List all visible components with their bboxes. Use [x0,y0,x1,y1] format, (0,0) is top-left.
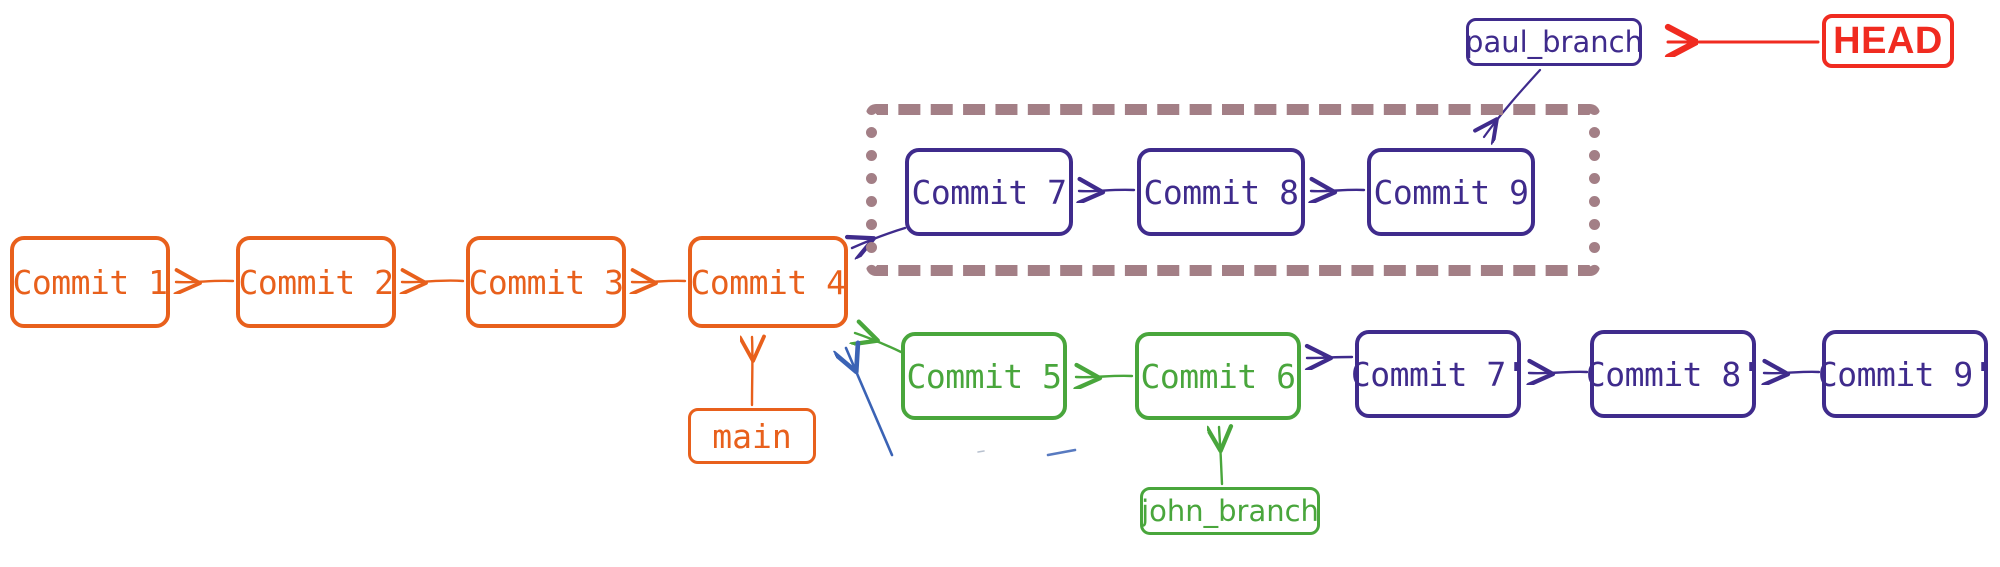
stray-blue-stroke-fragment-b [977,450,985,453]
edge-commit3-to-commit2 [402,280,465,282]
commit-node-commit1[interactable]: Commit 1 [10,236,170,328]
branch-ref-label: john_branch [1141,493,1319,528]
commit-node-commit9[interactable]: Commit 9 [1367,148,1535,236]
commit-label: Commit 7 [911,172,1067,212]
commit-label: Commit 9 [1373,172,1529,212]
edge-commit8prime-to-commit7prime [1529,372,1589,373]
commit-label: Commit 2 [238,262,394,302]
commit-label: Commit 8 [1143,172,1299,212]
commit-label: Commit 4 [690,262,846,302]
edge-john-branch-to-commit6 [1219,427,1222,486]
branch-ref-label: paul_branch [1465,24,1643,59]
commit-label: Commit 9' [1817,354,1993,394]
commit-node-commit8[interactable]: Commit 8 [1137,148,1305,236]
commit-node-commit7[interactable]: Commit 7 [905,148,1073,236]
head-label: HEAD [1833,20,1943,62]
edge-commit9prime-to-commit8prime [1764,372,1821,373]
commit-node-commit9-prime[interactable]: Commit 9' [1818,330,1993,418]
stray-blue-stroke-fragment-a [1046,448,1077,457]
edge-commit4-to-commit3 [632,281,687,282]
commit-label: Commit 1 [12,262,168,302]
commit-node-commit8-prime[interactable]: Commit 8' [1586,330,1761,418]
edge-commit2-to-commit1 [176,281,235,282]
commit-label: Commit 6 [1140,356,1296,396]
commit-node-commit5[interactable]: Commit 5 [901,332,1067,420]
commit-label: Commit 7' [1350,354,1526,394]
branch-ref-main[interactable]: main [688,408,816,464]
stray-blue-stroke-main [846,348,894,457]
branch-ref-paul-branch[interactable]: paul_branch [1465,18,1643,66]
edge-commit7prime-to-commit6 [1307,357,1354,358]
commit-node-commit4[interactable]: Commit 4 [688,236,848,328]
commit-node-commit6[interactable]: Commit 6 [1135,332,1301,420]
commit-node-commit3[interactable]: Commit 3 [466,236,626,328]
commit-label: Commit 8' [1585,354,1761,394]
commit-label: Commit 3 [468,262,624,302]
head-pointer-badge[interactable]: HEAD [1822,14,1954,68]
commit-node-commit7-prime[interactable]: Commit 7' [1351,330,1526,418]
diagram-canvas: Commit 1 Commit 2 Commit 3 Commit 4 Comm… [0,0,2000,567]
branch-ref-label: main [712,416,792,456]
edge-commit6-to-commit5 [1076,376,1134,377]
branch-ref-john-branch[interactable]: john_branch [1140,487,1320,535]
commit-label: Commit 5 [906,356,1062,396]
commit-node-commit2[interactable]: Commit 2 [236,236,396,328]
edge-commit5-to-commit4 [855,333,903,354]
